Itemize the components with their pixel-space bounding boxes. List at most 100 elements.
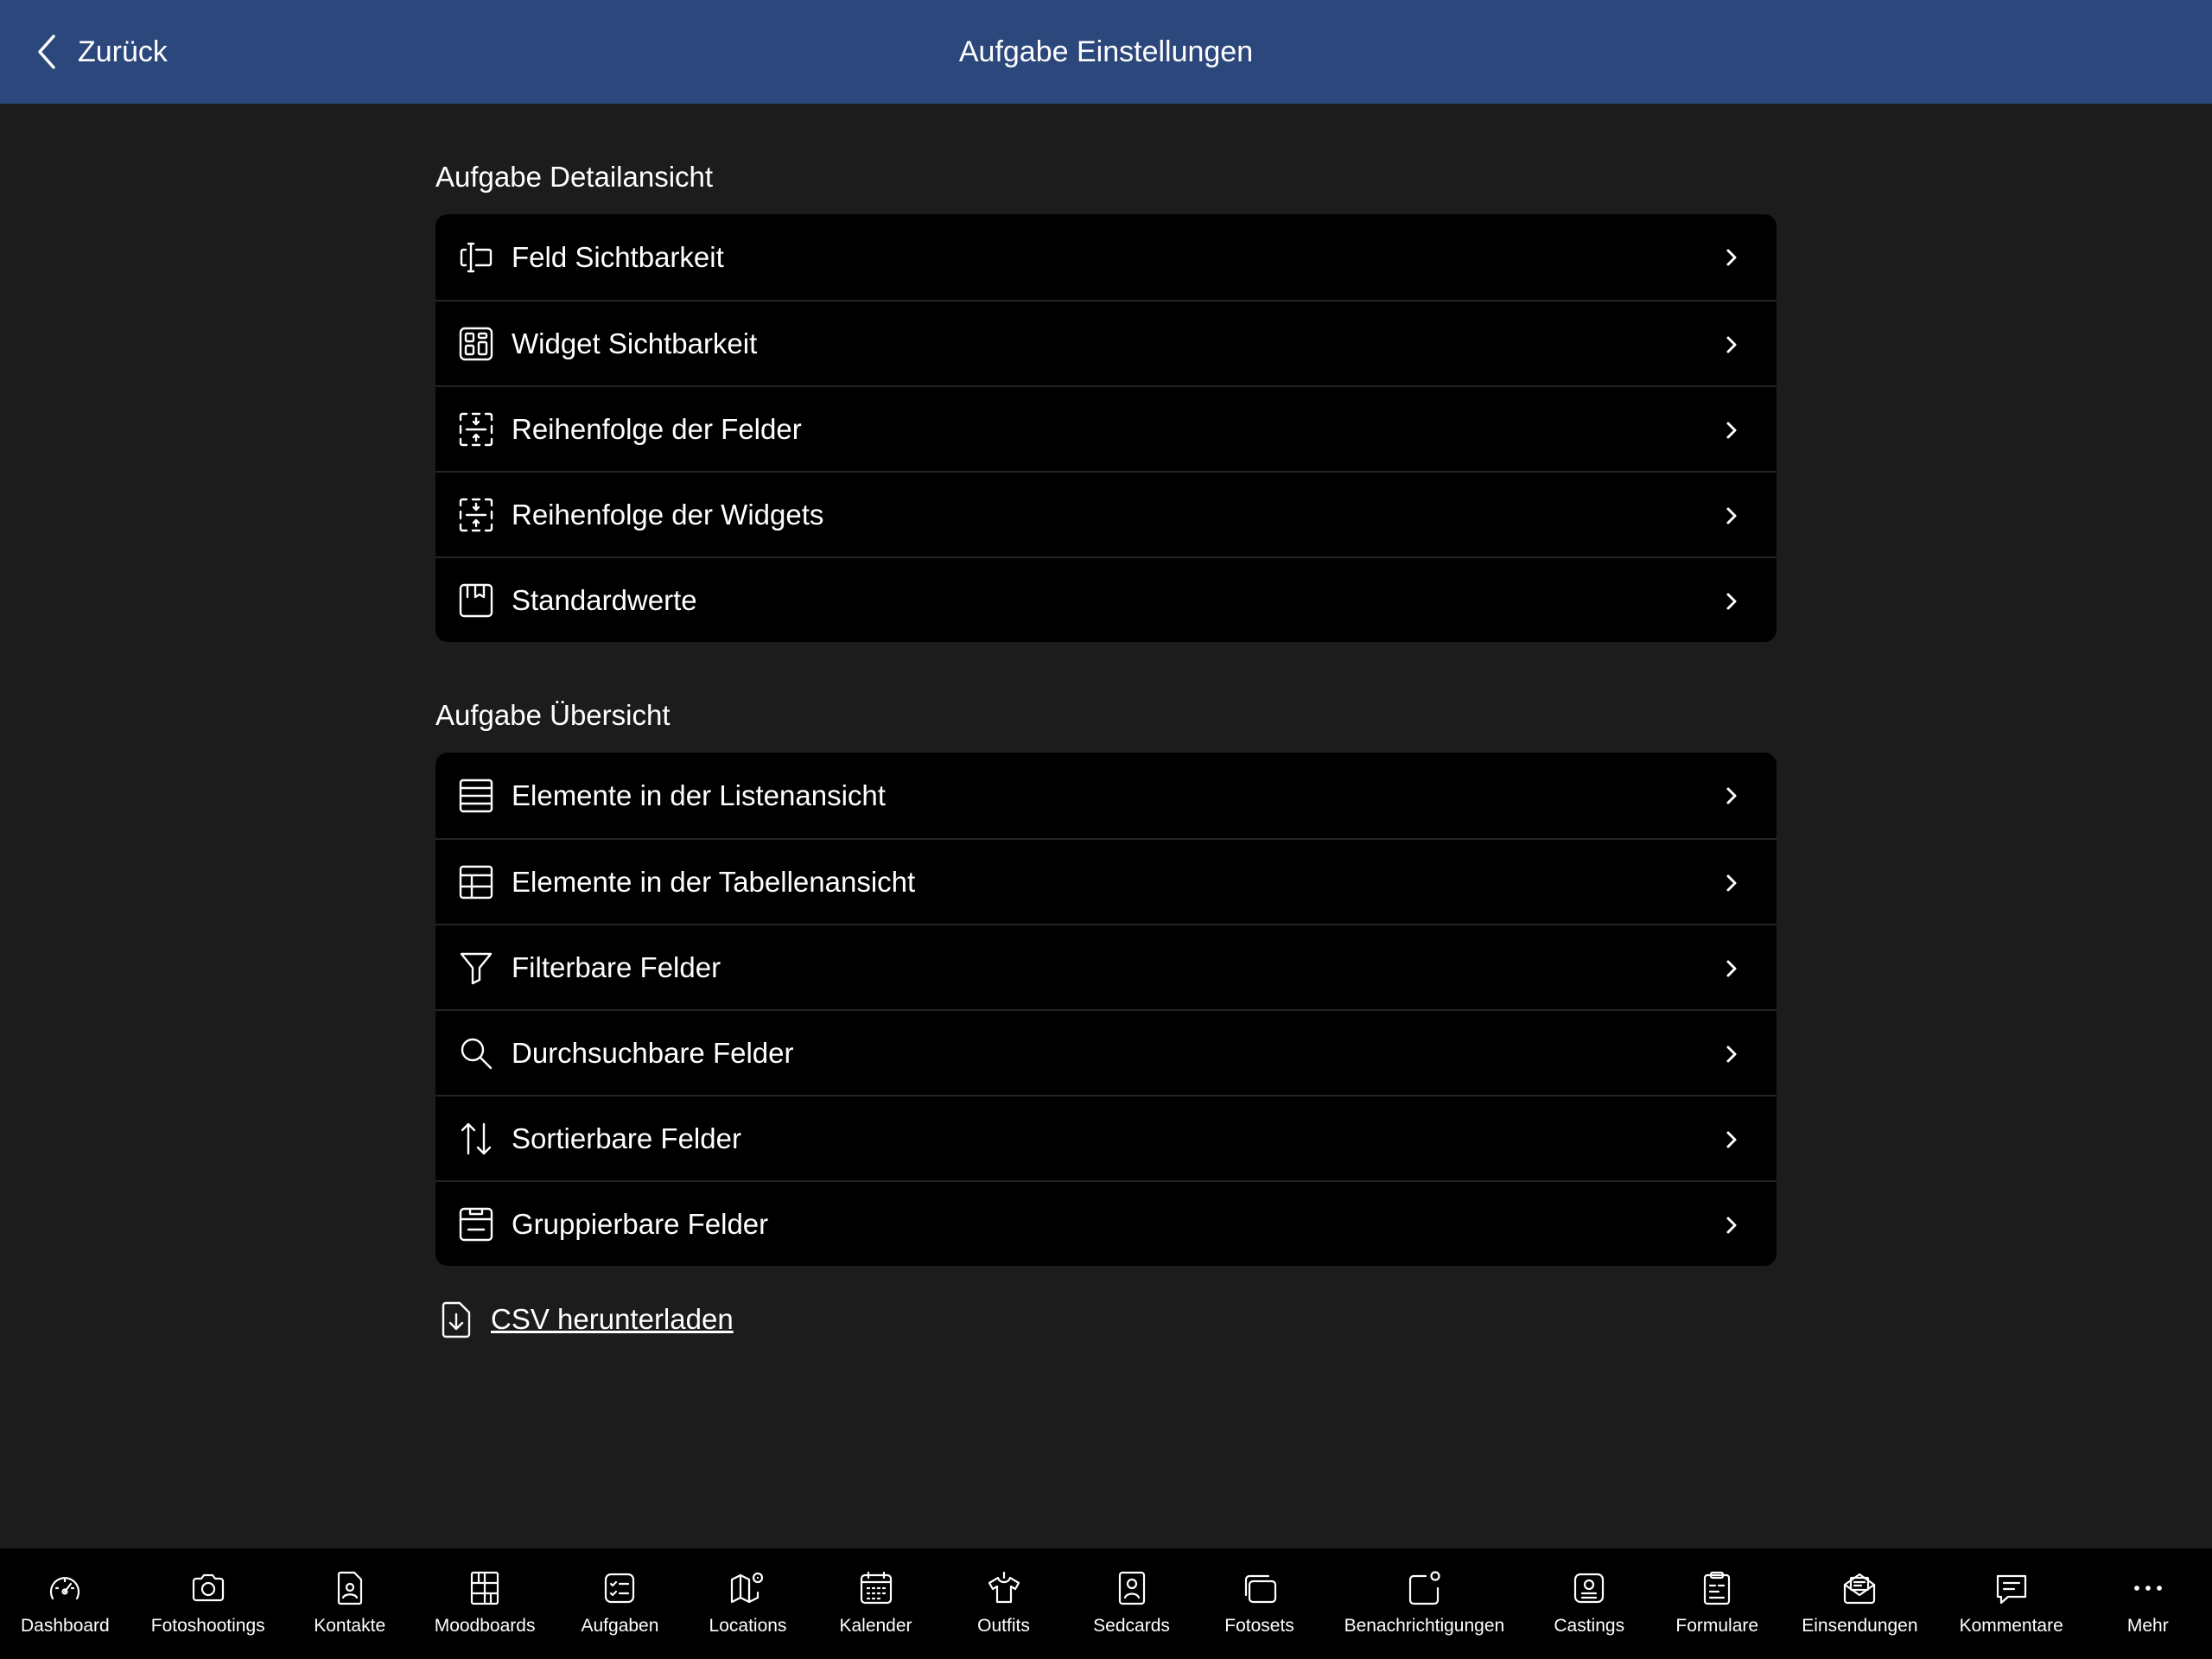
moodboard-icon <box>470 1571 499 1605</box>
tab-outfits[interactable]: Outfits <box>961 1548 1047 1637</box>
row-label: Gruppierbare Felder <box>512 1207 769 1240</box>
row-label: Standardwerte <box>512 583 697 616</box>
tab-benachrichtigungen[interactable]: Benachrichtigungen <box>1344 1548 1505 1637</box>
row-table-view[interactable]: Elemente in der Tabellenansicht <box>435 838 1777 924</box>
row-label: Elemente in der Tabellenansicht <box>512 865 916 898</box>
detail-settings-card: Feld Sichtbarkeit Widget Sichtbarkeit Re… <box>435 214 1777 642</box>
tab-moodboards[interactable]: Moodboards <box>434 1548 536 1637</box>
reorder-fields-icon <box>458 411 494 448</box>
tab-castings[interactable]: Castings <box>1546 1548 1632 1637</box>
tab-dashboard[interactable]: Dashboard <box>21 1548 110 1637</box>
shirt-icon <box>988 1571 1020 1604</box>
speedometer-icon <box>50 1577 80 1600</box>
sedcard-icon <box>1118 1571 1145 1605</box>
tab-label: Kontakte <box>314 1616 386 1636</box>
chevron-right-icon <box>1721 587 1742 616</box>
row-field-order[interactable]: Reihenfolge der Felder <box>435 385 1777 471</box>
page-title: Aufgabe Einstellungen <box>958 35 1254 68</box>
casting-icon <box>1574 1573 1605 1604</box>
row-widget-visibility[interactable]: Widget Sichtbarkeit <box>435 300 1777 385</box>
tab-kontakte[interactable]: Kontakte <box>307 1548 393 1637</box>
chevron-right-icon <box>1721 954 1742 983</box>
section-title-overview: Aufgabe Übersicht <box>435 699 671 731</box>
row-default-values[interactable]: Standardwerte <box>435 556 1777 642</box>
tab-label: Aufgaben <box>581 1616 659 1636</box>
row-label: Filterbare Felder <box>512 950 721 983</box>
tab-label: Outfits <box>977 1616 1030 1636</box>
tab-label: Kalender <box>839 1616 912 1636</box>
chevron-right-icon <box>1721 781 1742 810</box>
default-values-icon <box>458 582 494 619</box>
tab-sedcards[interactable]: Sedcards <box>1089 1548 1175 1637</box>
tab-label: Locations <box>709 1616 787 1636</box>
tab-kalender[interactable]: Kalender <box>833 1548 919 1637</box>
clipboard-icon <box>1704 1571 1731 1605</box>
csv-download-label: CSV herunterladen <box>491 1303 734 1335</box>
tab-aufgaben[interactable]: Aufgaben <box>576 1548 663 1637</box>
navigation-bar: Zurück Aufgabe Einstellungen <box>0 0 2212 104</box>
tab-label: Einsendungen <box>1802 1616 1918 1636</box>
group-icon <box>458 1206 494 1243</box>
chevron-right-icon <box>1721 868 1742 898</box>
overview-settings-card: Elemente in der Listenansicht Elemente i… <box>435 753 1777 1266</box>
tab-label: Sedcards <box>1093 1616 1170 1636</box>
row-label: Elemente in der Listenansicht <box>512 779 886 811</box>
tab-locations[interactable]: Locations <box>704 1548 791 1637</box>
row-widget-order[interactable]: Reihenfolge der Widgets <box>435 471 1777 556</box>
row-field-visibility[interactable]: Feld Sichtbarkeit <box>435 214 1777 300</box>
tab-fotoshootings[interactable]: Fotoshootings <box>151 1548 265 1637</box>
tab-formulare[interactable]: Formulare <box>1674 1548 1760 1637</box>
row-label: Durchsuchbare Felder <box>512 1036 794 1069</box>
tab-label: Mehr <box>2126 1616 2169 1636</box>
comment-icon <box>1996 1574 2026 1605</box>
contact-icon <box>337 1571 362 1605</box>
chevron-right-icon <box>1721 1039 1742 1069</box>
section-title-detail: Aufgabe Detailansicht <box>435 161 714 193</box>
tab-label: Dashboard <box>21 1616 110 1636</box>
camera-icon <box>192 1573 224 1602</box>
tab-label: Castings <box>1554 1616 1625 1636</box>
field-visibility-icon <box>458 239 494 276</box>
back-label: Zurück <box>78 35 168 68</box>
mail-icon <box>1844 1573 1876 1605</box>
row-list-view[interactable]: Elemente in der Listenansicht <box>435 753 1777 838</box>
tab-label: Fotosets <box>1224 1616 1294 1636</box>
row-label: Widget Sichtbarkeit <box>512 327 758 359</box>
row-searchable-fields[interactable]: Durchsuchbare Felder <box>435 1009 1777 1095</box>
tab-kommentare[interactable]: Kommentare <box>1960 1548 2063 1637</box>
sort-icon <box>458 1121 494 1157</box>
reorder-widgets-icon <box>458 497 494 533</box>
tab-mehr[interactable]: Mehr <box>2105 1548 2191 1637</box>
list-view-icon <box>458 778 494 814</box>
row-label: Reihenfolge der Widgets <box>512 498 824 531</box>
chevron-right-icon <box>1721 416 1742 445</box>
settings-content: Aufgabe Detailansicht Feld Sichtbarkeit … <box>435 104 1777 1338</box>
widget-grid-icon <box>458 326 494 362</box>
download-file-icon <box>442 1301 471 1338</box>
row-label: Sortierbare Felder <box>512 1122 741 1154</box>
back-button[interactable]: Zurück <box>31 26 168 78</box>
tab-label: Moodboards <box>434 1616 536 1636</box>
search-icon <box>458 1035 494 1071</box>
tab-label: Benachrichtigungen <box>1344 1616 1505 1636</box>
row-sortable-fields[interactable]: Sortierbare Felder <box>435 1095 1777 1180</box>
filter-icon <box>458 950 494 986</box>
row-filterable-fields[interactable]: Filterbare Felder <box>435 924 1777 1009</box>
map-icon <box>731 1572 764 1604</box>
chevron-right-icon <box>1721 243 1742 272</box>
row-groupable-fields[interactable]: Gruppierbare Felder <box>435 1180 1777 1266</box>
row-label: Reihenfolge der Felder <box>512 412 802 445</box>
photosets-icon <box>1244 1574 1276 1604</box>
tab-einsendungen[interactable]: Einsendungen <box>1802 1548 1918 1637</box>
tab-label: Formulare <box>1675 1616 1759 1636</box>
tasks-icon <box>605 1573 635 1604</box>
tab-fotosets[interactable]: Fotosets <box>1217 1548 1303 1637</box>
row-label: Feld Sichtbarkeit <box>512 240 724 273</box>
tab-label: Kommentare <box>1959 1616 2063 1636</box>
calendar-icon <box>860 1571 892 1605</box>
csv-download-link[interactable]: CSV herunterladen <box>435 1300 1777 1338</box>
chevron-left-icon <box>38 35 55 69</box>
chevron-right-icon <box>1721 1125 1742 1154</box>
chevron-right-icon <box>1721 330 1742 359</box>
chevron-right-icon <box>1721 501 1742 531</box>
